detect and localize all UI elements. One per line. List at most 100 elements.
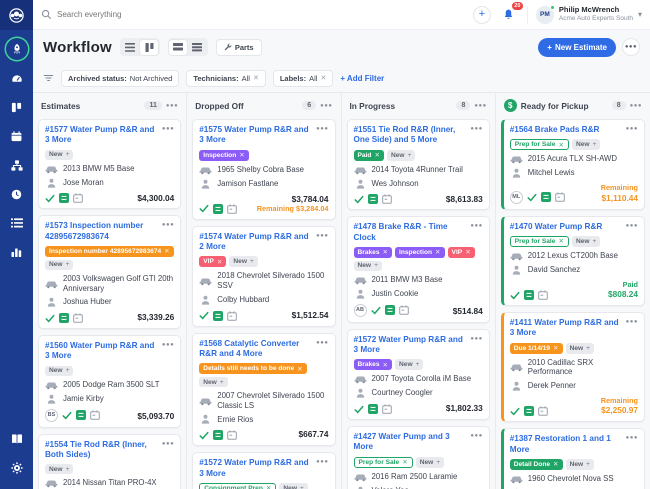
- card-title-link[interactable]: #1573 Inspection number 42895672983674: [45, 221, 158, 242]
- tag-new[interactable]: New +: [229, 256, 258, 268]
- workorder-card[interactable]: #1575 Water Pump R&R and 3 More ●●● Inspec…: [192, 119, 336, 220]
- add-tag-icon[interactable]: +: [586, 345, 590, 352]
- sidebar-item-clock[interactable]: [6, 183, 28, 205]
- workorder-card[interactable]: #1573 Inspection number 42895672983674 ●●…: [38, 215, 182, 330]
- tag-new[interactable]: New +: [565, 458, 594, 470]
- workorder-card[interactable]: #1568 Catalytic Converter R&R and 4 More…: [192, 332, 336, 447]
- tag-new[interactable]: New +: [386, 149, 416, 161]
- card-menu-button[interactable]: ●●●: [470, 335, 482, 342]
- parts-button[interactable]: Parts: [215, 38, 262, 56]
- remove-tag-icon[interactable]: ✕: [374, 151, 380, 159]
- global-search[interactable]: [41, 9, 465, 20]
- sidebar-item-chart[interactable]: [6, 241, 28, 263]
- remove-filter-icon[interactable]: ✕: [253, 74, 259, 82]
- workorder-card[interactable]: #1564 Brake Pads R&R ●●● Prep for Sale ✕ New…: [500, 119, 645, 210]
- card-title-link[interactable]: #1568 Catalytic Converter R&R and 4 More: [199, 339, 312, 360]
- shopmonkey-logo[interactable]: [0, 0, 33, 30]
- remove-tag-icon[interactable]: ✕: [239, 151, 245, 159]
- card-title-link[interactable]: #1470 Water Pump R&R: [510, 222, 622, 232]
- board-view-button[interactable]: [140, 39, 159, 55]
- tag-label[interactable]: Prep for Sale ✕: [353, 456, 413, 468]
- list-view-button[interactable]: [121, 40, 139, 55]
- card-menu-button[interactable]: ●●●: [470, 432, 482, 439]
- remove-tag-icon[interactable]: ✕: [383, 248, 389, 256]
- tag-label[interactable]: Prep for Sale ✕: [509, 139, 569, 151]
- column-menu-button[interactable]: ●●●: [630, 103, 642, 109]
- workorder-card[interactable]: #1554 Tie Rod R&R (Inner, Both Sides) ●●●…: [38, 433, 182, 489]
- tag-label[interactable]: Brakes ✕: [353, 246, 393, 258]
- tag-new[interactable]: New +: [199, 377, 228, 388]
- search-input[interactable]: [57, 10, 257, 19]
- tag-label[interactable]: Consignment Prep ✕: [199, 482, 277, 489]
- card-menu-button[interactable]: ●●●: [316, 339, 328, 346]
- sidebar-item-rocket[interactable]: [6, 38, 28, 60]
- column-menu-button[interactable]: ●●●: [320, 103, 332, 109]
- sidebar-item-book[interactable]: [6, 428, 28, 450]
- remove-tag-icon[interactable]: ✕: [217, 258, 223, 266]
- card-title-link[interactable]: #1554 Tie Rod R&R (Inner, Both Sides): [45, 440, 158, 461]
- workorder-card[interactable]: #1560 Water Pump R&R and 3 More ●●● New + 20…: [38, 335, 182, 428]
- card-title-link[interactable]: #1387 Restoration 1 and 1 More: [510, 434, 622, 455]
- tag-label[interactable]: Brakes ✕: [353, 359, 393, 371]
- add-tag-icon[interactable]: +: [66, 367, 70, 374]
- workorder-card[interactable]: #1577 Water Pump R&R and 3 More ●●● New + 20…: [38, 119, 182, 210]
- tag-label[interactable]: Due 1/14/19 ✕: [509, 342, 563, 354]
- sidebar-item-kanban[interactable]: [6, 96, 28, 118]
- card-title-link[interactable]: #1572 Water Pump R&R and 3 More: [199, 458, 312, 479]
- comfortable-rows-button[interactable]: [169, 39, 188, 55]
- tag-new[interactable]: New +: [45, 259, 74, 270]
- card-title-link[interactable]: #1411 Water Pump R&R and 3 More: [510, 318, 622, 339]
- filter-pill-2[interactable]: Labels: All ✕: [272, 69, 334, 87]
- card-menu-button[interactable]: ●●●: [626, 222, 638, 229]
- card-menu-button[interactable]: ●●●: [626, 434, 638, 441]
- user-menu[interactable]: PM Philip McWrench Acme Auto Experts Sou…: [535, 4, 642, 24]
- new-estimate-button[interactable]: + New Estimate: [538, 37, 616, 57]
- remove-tag-icon[interactable]: ✕: [465, 248, 471, 256]
- compact-rows-button[interactable]: [188, 40, 206, 55]
- sidebar-item-gear[interactable]: [6, 457, 28, 479]
- tag-label[interactable]: Paid ✕: [353, 149, 384, 161]
- card-menu-button[interactable]: ●●●: [316, 232, 328, 239]
- add-filter-button[interactable]: + Add Filter: [340, 74, 384, 83]
- card-menu-button[interactable]: ●●●: [162, 221, 174, 228]
- remove-tag-icon[interactable]: ✕: [164, 247, 170, 255]
- card-menu-button[interactable]: ●●●: [470, 222, 482, 229]
- tag-label[interactable]: Details still needs to be done ✕: [199, 363, 307, 375]
- tag-new[interactable]: New +: [565, 342, 594, 354]
- workorder-card[interactable]: #1572 Water Pump R&R and 3 More ●●● Consig…: [192, 452, 336, 489]
- workorder-card[interactable]: #1574 Water Pump R&R and 2 More ●●● VIP ✕ Ne…: [192, 225, 336, 327]
- notifications-button[interactable]: 20: [499, 1, 523, 25]
- add-tag-icon[interactable]: +: [593, 238, 597, 245]
- tag-new[interactable]: New +: [571, 235, 601, 247]
- tag-label[interactable]: Prep for Sale ✕: [509, 235, 569, 247]
- column-menu-button[interactable]: ●●●: [474, 103, 486, 109]
- add-tag-icon[interactable]: +: [374, 262, 378, 269]
- card-title-link[interactable]: #1478 Brake R&R - Time Clock: [354, 222, 467, 243]
- sidebar-item-gauge[interactable]: [6, 67, 28, 89]
- column-menu-button[interactable]: ●●●: [166, 103, 178, 109]
- tag-new[interactable]: New +: [279, 482, 308, 489]
- card-menu-button[interactable]: ●●●: [316, 125, 328, 132]
- remove-tag-icon[interactable]: ✕: [558, 141, 564, 149]
- card-menu-button[interactable]: ●●●: [470, 125, 482, 132]
- tag-label[interactable]: Inspection ✕: [395, 246, 445, 258]
- workorder-card[interactable]: #1470 Water Pump R&R ●●● Prep for Sale ✕ New…: [500, 215, 645, 307]
- add-tag-icon[interactable]: +: [408, 152, 412, 159]
- workflow-menu-button[interactable]: ●●●: [622, 38, 640, 56]
- card-menu-button[interactable]: ●●●: [162, 341, 174, 348]
- add-tag-icon[interactable]: +: [250, 258, 254, 265]
- add-tag-icon[interactable]: +: [66, 466, 70, 473]
- tag-new[interactable]: New +: [395, 359, 424, 371]
- tag-new[interactable]: New +: [45, 464, 74, 475]
- tag-new[interactable]: New +: [353, 260, 382, 271]
- card-menu-button[interactable]: ●●●: [162, 440, 174, 447]
- workorder-card[interactable]: #1411 Water Pump R&R and 3 More ●●● Due 1/…: [500, 312, 645, 423]
- add-tag-icon[interactable]: +: [66, 151, 70, 158]
- card-title-link[interactable]: #1575 Water Pump R&R and 3 More: [199, 125, 312, 146]
- workorder-card[interactable]: #1427 Water Pump and 3 More ●●● Prep for S…: [346, 426, 490, 489]
- remove-tag-icon[interactable]: ✕: [558, 237, 564, 245]
- add-tag-icon[interactable]: +: [436, 459, 440, 466]
- sidebar-item-calendar[interactable]: [6, 125, 28, 147]
- remove-tag-icon[interactable]: ✕: [553, 344, 559, 352]
- remove-tag-icon[interactable]: ✕: [402, 458, 408, 466]
